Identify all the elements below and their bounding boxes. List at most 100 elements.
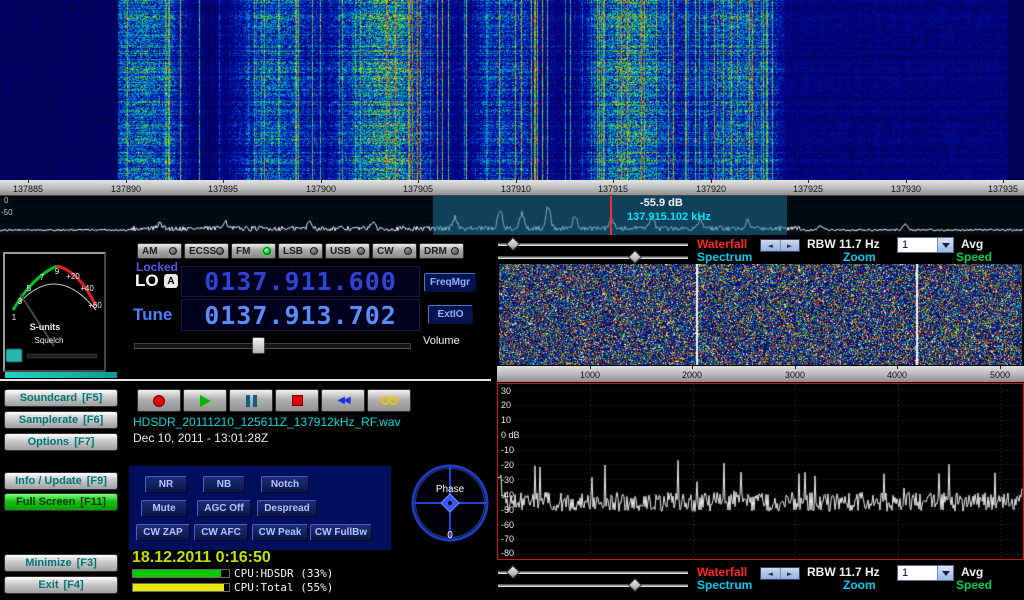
despread-button[interactable]: Despread: [257, 500, 317, 517]
cpu-total-label: CPU:Total (55%): [234, 581, 333, 594]
button-label: Soundcard: [20, 392, 77, 404]
rewind-button[interactable]: ◀◀: [321, 389, 365, 412]
meter-tick: 9: [55, 267, 60, 276]
record-icon: [153, 395, 165, 407]
frequency-tick: 137920: [696, 184, 726, 194]
frequency-tick: 2000: [682, 370, 702, 380]
zoom-out-icon[interactable]: ◄: [761, 240, 780, 251]
minimize-button[interactable]: Minimize[F3]: [4, 554, 118, 572]
slider-thumb[interactable]: [506, 565, 520, 579]
button-label: Options: [28, 436, 70, 448]
frequency-tick: 137900: [306, 184, 336, 194]
lower-avg-select[interactable]: 1: [897, 565, 954, 581]
mode-button-cw[interactable]: CW: [372, 243, 417, 259]
lower-zoom-spinner[interactable]: ◄►: [760, 567, 800, 580]
mode-button-drm[interactable]: DRM: [419, 243, 464, 259]
button-label: Samplerate: [19, 414, 78, 426]
pause-button[interactable]: [229, 389, 273, 412]
samplerate-button[interactable]: Samplerate[F6]: [4, 411, 118, 429]
upper-waterfall-label[interactable]: Waterfall: [697, 237, 747, 251]
rf-frequency-scale[interactable]: 1000 2000 3000 4000 5000: [497, 366, 1024, 382]
phase-dial[interactable]: Phase 0: [407, 460, 493, 546]
cw-peak-button[interactable]: CW Peak: [252, 524, 308, 541]
lower-spectrum-slider[interactable]: [498, 579, 688, 592]
slider-thumb[interactable]: [628, 250, 642, 264]
frequency-tick: 5000: [990, 370, 1010, 380]
play-button[interactable]: [183, 389, 227, 412]
main-waterfall[interactable]: [0, 0, 1024, 180]
upper-spectrum-slider[interactable]: [498, 251, 688, 264]
squelch-knob[interactable]: [6, 349, 22, 362]
upper-waterfall-slider[interactable]: [498, 238, 688, 251]
upper-speed-label: Speed: [956, 250, 992, 264]
lo-lock-badge[interactable]: A: [164, 274, 178, 288]
dropdown-arrow-icon[interactable]: [937, 566, 953, 580]
db-tick: 30: [501, 386, 511, 396]
info-update-button[interactable]: Info / Update[F9]: [4, 472, 118, 490]
loop-button[interactable]: [367, 389, 411, 412]
zoom-in-icon[interactable]: ►: [780, 568, 800, 579]
rf-spectrum-canvas: [498, 384, 1023, 559]
mode-button-am[interactable]: AM: [137, 243, 182, 259]
slider-thumb[interactable]: [628, 578, 642, 592]
level-bar: [5, 372, 117, 378]
pause-icon: [246, 395, 250, 407]
main-frequency-scale[interactable]: 137885 137890 137895 137900 137905 13791…: [0, 180, 1024, 196]
lo-frequency-display[interactable]: 0137.911.600: [181, 266, 420, 297]
record-button[interactable]: [137, 389, 181, 412]
slider-thumb[interactable]: [506, 237, 520, 251]
slider-track: [498, 584, 688, 587]
button-label: Exit: [38, 579, 58, 591]
full-screen-button[interactable]: Full Screen[F11]: [4, 493, 118, 511]
squelch-track[interactable]: [27, 354, 97, 358]
zoom-in-icon[interactable]: ►: [780, 240, 800, 251]
mute-button[interactable]: Mute: [141, 500, 187, 517]
stop-button[interactable]: [275, 389, 319, 412]
dropdown-arrow-icon[interactable]: [937, 238, 953, 252]
soundcard-button[interactable]: Soundcard [F5]: [4, 389, 118, 407]
mode-led-icon: [357, 247, 365, 255]
lower-waterfall-slider[interactable]: [498, 566, 688, 579]
mode-button-lsb[interactable]: LSB: [278, 243, 323, 259]
nb-button[interactable]: NB: [203, 476, 245, 493]
button-hotkey: [F5]: [82, 392, 102, 404]
frequency-tick: 137925: [793, 184, 823, 194]
overview-spectrum[interactable]: 0 -50 -55.9 dB 137.915.102 kHz: [0, 196, 1024, 235]
db-tick: -30: [501, 475, 514, 485]
datetime-display: 18.12.2011 0:16:50: [132, 549, 271, 567]
meter-tick: 7: [40, 273, 45, 282]
exit-button[interactable]: Exit[F4]: [4, 576, 118, 594]
cw-zap-button[interactable]: CW ZAP: [136, 524, 190, 541]
upper-avg-select[interactable]: 1: [897, 237, 954, 253]
nr-button[interactable]: NR: [145, 476, 187, 493]
lower-zoom-label: Zoom: [843, 578, 876, 592]
tune-label: Tune: [133, 305, 172, 325]
mode-label: ECSS: [189, 246, 216, 257]
cw-fullbw-button[interactable]: CW FullBw: [310, 524, 372, 541]
agc-off-button[interactable]: AGC Off: [197, 500, 251, 517]
s-units-label: S-units: [30, 322, 61, 332]
freqmgr-button[interactable]: FreqMgr: [424, 273, 476, 292]
volume-slider[interactable]: [134, 343, 411, 349]
s-meter-panel[interactable]: 1 3 5 7 9 +20 +40 +60 S-units Squelch: [3, 252, 106, 372]
rf-waterfall[interactable]: [499, 264, 1022, 365]
upper-spectrum-label[interactable]: Spectrum: [697, 250, 752, 264]
volume-slider-thumb[interactable]: [252, 337, 265, 354]
options-button[interactable]: Options[F7]: [4, 433, 118, 451]
tune-frequency-display[interactable]: 0137.913.702: [181, 299, 420, 331]
zoom-out-icon[interactable]: ◄: [761, 568, 780, 579]
mode-button-usb[interactable]: USB: [325, 243, 370, 259]
notch-button[interactable]: Notch: [261, 476, 309, 493]
cw-afc-button[interactable]: CW AFC: [194, 524, 248, 541]
mode-led-icon: [404, 247, 412, 255]
upper-zoom-spinner[interactable]: ◄►: [760, 239, 800, 252]
mode-button-fm[interactable]: FM: [231, 243, 276, 259]
mode-button-ecss[interactable]: ECSS: [184, 243, 229, 259]
lower-spectrum-label[interactable]: Spectrum: [697, 578, 752, 592]
cpu-hdsdr-label: CPU:HDSDR (33%): [234, 567, 333, 580]
frequency-tick: 137930: [891, 184, 921, 194]
rf-spectrum[interactable]: 30 20 10 0 dB -10 -20 -30 -40 -50 -60 -7…: [497, 383, 1024, 560]
extio-button[interactable]: ExtIO: [428, 305, 473, 324]
lower-waterfall-label[interactable]: Waterfall: [697, 565, 747, 579]
db-tick: 0 dB: [501, 430, 520, 440]
